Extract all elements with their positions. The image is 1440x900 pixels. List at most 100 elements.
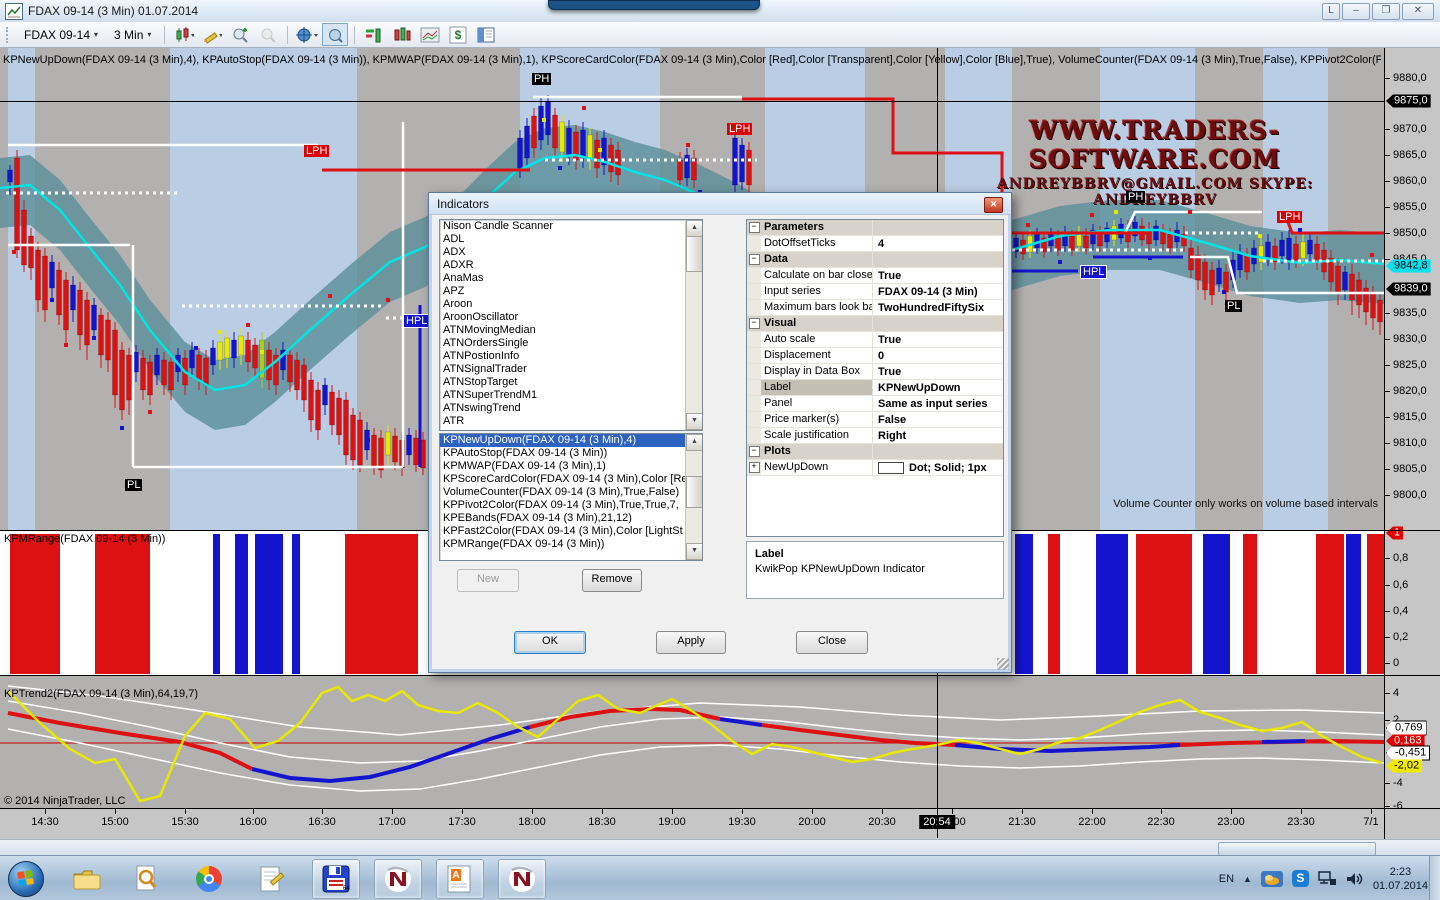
property-value[interactable]: True — [873, 334, 1003, 346]
lock-button[interactable]: L — [1322, 3, 1340, 20]
new-button[interactable]: New — [457, 569, 519, 592]
apply-button[interactable]: Apply — [656, 631, 726, 654]
chrome-taskbar-icon[interactable] — [192, 863, 226, 895]
property-row-input-series[interactable]: Input seriesFDAX 09-14 (3 Min) — [747, 284, 1003, 300]
applied-indicator-item[interactable]: KPFast2Color(FDAX 09-14 (3 Min),Color [L… — [440, 525, 702, 538]
remove-button[interactable]: Remove — [582, 569, 642, 592]
data-box-button[interactable] — [322, 23, 348, 46]
property-value[interactable]: FDAX 09-14 (3 Min) — [873, 286, 1003, 298]
skype-icon[interactable]: S — [1292, 870, 1309, 887]
indicator-list-item[interactable]: ATNswingTrend — [440, 402, 702, 415]
account-button[interactable]: $ — [445, 23, 471, 46]
scrollbar-thumb[interactable] — [686, 476, 703, 508]
indicator-list-item[interactable]: ADX — [440, 246, 702, 259]
property-row-visual[interactable]: −Visual — [747, 316, 1003, 332]
property-row-displacement[interactable]: Displacement0 — [747, 348, 1003, 364]
resize-grip[interactable] — [997, 658, 1009, 670]
applied-indicator-item[interactable]: KPPivot2Color(FDAX 09-14 (3 Min),True,Tr… — [440, 499, 702, 512]
property-row-parameters[interactable]: −Parameters — [747, 220, 1003, 236]
property-value[interactable]: Right — [873, 430, 1003, 442]
applied-indicators-list[interactable]: KPNewUpDown(FDAX 09-14 (3 Min),4)KPAutoS… — [439, 433, 703, 561]
property-row-data[interactable]: −Data — [747, 252, 1003, 268]
property-row-dotoffsetticks[interactable]: DotOffsetTicks4 — [747, 236, 1003, 252]
writer-app-button[interactable]: A — [436, 859, 484, 899]
collapse-icon[interactable]: − — [749, 446, 760, 457]
applied-indicator-item[interactable]: KPAutoStop(FDAX 09-14 (3 Min)) — [440, 447, 702, 460]
available-indicators-list[interactable]: Nison Candle ScannerADLADXADXRAnaMasAPZA… — [439, 219, 703, 431]
applied-indicator-item[interactable]: KPEBands(FDAX 09-14 (3 Min),21,12) — [440, 512, 702, 525]
applied-indicator-item[interactable]: VolumeCounter(FDAX 09-14 (3 Min),True,Fa… — [440, 486, 702, 499]
indicator-list-item[interactable]: ATNPostionInfo — [440, 350, 702, 363]
collapse-icon[interactable]: − — [749, 254, 760, 265]
property-value[interactable]: False — [873, 414, 1003, 426]
crosshair-button[interactable] — [294, 23, 320, 46]
dialog-close-button[interactable]: ✕ — [984, 197, 1003, 213]
scroll-up-icon[interactable]: ▲ — [686, 220, 703, 237]
property-row-auto-scale[interactable]: Auto scaleTrue — [747, 332, 1003, 348]
property-value[interactable]: True — [873, 270, 1003, 282]
ok-button[interactable]: OK — [514, 631, 586, 654]
property-row-maximum-bars-look-ba[interactable]: Maximum bars look baTwoHundredFiftySix — [747, 300, 1003, 316]
property-row-label[interactable]: LabelKPNewUpDown — [747, 380, 1003, 396]
indicator-list-item[interactable]: ATNSignalTrader — [440, 363, 702, 376]
line-chart-button[interactable] — [417, 23, 443, 46]
interval-selector[interactable]: 3 Min ▾ — [107, 25, 158, 45]
price-axis[interactable]: 9880,09870,09865,09860,09855,09850,09845… — [1384, 48, 1440, 839]
zoom-out-button[interactable] — [255, 23, 281, 46]
floppy-app-button[interactable]: 64 — [312, 859, 360, 899]
property-row-scale-justification[interactable]: Scale justificationRight — [747, 428, 1003, 444]
indicator-property-grid[interactable]: −ParametersDotOffsetTicks4−DataCalculate… — [746, 219, 1004, 537]
close-dialog-button[interactable]: Close — [796, 631, 868, 654]
property-row-price-marker-s-[interactable]: Price marker(s)False — [747, 412, 1003, 428]
collapse-icon[interactable]: − — [749, 222, 760, 233]
property-value[interactable]: 0 — [873, 350, 1003, 362]
expand-icon[interactable]: + — [749, 462, 760, 473]
property-row-plots[interactable]: −Plots — [747, 444, 1003, 460]
explorer-taskbar-icon[interactable] — [70, 863, 104, 895]
ninjatrader-app-button-2[interactable] — [498, 859, 546, 899]
indicator-list-item[interactable]: Nison Candle Scanner — [440, 220, 702, 233]
property-row-display-in-data-box[interactable]: Display in Data BoxTrue — [747, 364, 1003, 380]
applied-list-scrollbar[interactable]: ▲ ▼ — [685, 434, 702, 560]
language-indicator[interactable]: EN — [1219, 873, 1234, 885]
notepad-taskbar-icon[interactable] — [255, 863, 289, 895]
minimize-button[interactable]: – — [1342, 3, 1370, 20]
indicator-list-item[interactable]: ATNStopTarget — [440, 376, 702, 389]
property-value[interactable]: TwoHundredFiftySix — [873, 302, 1003, 314]
property-row-calculate-on-bar-close[interactable]: Calculate on bar closeTrue — [747, 268, 1003, 284]
toolbar-grip[interactable] — [6, 27, 11, 43]
title-bar[interactable]: FDAX 09-14 (3 Min) 01.07.2014 L – ❐ ✕ — [0, 0, 1440, 23]
scroll-down-icon[interactable]: ▼ — [686, 413, 703, 430]
collapse-icon[interactable]: − — [749, 318, 760, 329]
panel-button[interactable] — [473, 23, 499, 46]
indicator-list-item[interactable]: ATR — [440, 415, 702, 428]
indicator-list-item[interactable]: AroonOscillator — [440, 311, 702, 324]
close-button[interactable]: ✕ — [1402, 3, 1434, 20]
chart-style-button[interactable] — [171, 23, 197, 46]
property-row-newupdown[interactable]: +NewUpDownDot; Solid; 1px — [747, 460, 1003, 476]
search-taskbar-icon[interactable] — [130, 863, 164, 895]
indicator-list-item[interactable]: Aroon — [440, 298, 702, 311]
property-value[interactable]: Dot; Solid; 1px — [873, 462, 1003, 474]
network-icon[interactable] — [1318, 871, 1337, 887]
show-desktop-button[interactable] — [1429, 856, 1440, 900]
time-axis[interactable]: 14:3015:0015:3016:0016:3017:0017:3018:00… — [0, 808, 1384, 839]
start-button[interactable] — [8, 861, 44, 897]
property-value[interactable]: 4 — [873, 238, 1003, 250]
restore-button[interactable]: ❐ — [1372, 3, 1400, 20]
indicator-list-item[interactable]: ADXR — [440, 259, 702, 272]
applied-indicator-item[interactable]: KPScoreCardColor(FDAX 09-14 (3 Min),Colo… — [440, 473, 702, 486]
indicator-list-item[interactable]: ADL — [440, 233, 702, 246]
indicator-list-item[interactable]: ATNMovingMedian — [440, 324, 702, 337]
scroll-down-icon[interactable]: ▼ — [686, 543, 703, 560]
property-value[interactable]: KPNewUpDown — [873, 382, 1003, 394]
indicators-button[interactable] — [361, 23, 387, 46]
property-row-panel[interactable]: PanelSame as input series — [747, 396, 1003, 412]
indicator-list-item[interactable]: AnaMas — [440, 272, 702, 285]
indicator-list-item[interactable]: ATNSuperTrendM1 — [440, 389, 702, 402]
scroll-up-icon[interactable]: ▲ — [686, 434, 703, 451]
dialog-title-bar[interactable]: Indicators ✕ — [429, 193, 1011, 215]
ninjatrader-app-button[interactable] — [374, 859, 422, 899]
applied-indicator-item[interactable]: KPNewUpDown(FDAX 09-14 (3 Min),4) — [440, 434, 702, 447]
speaker-icon[interactable] — [1346, 871, 1364, 887]
